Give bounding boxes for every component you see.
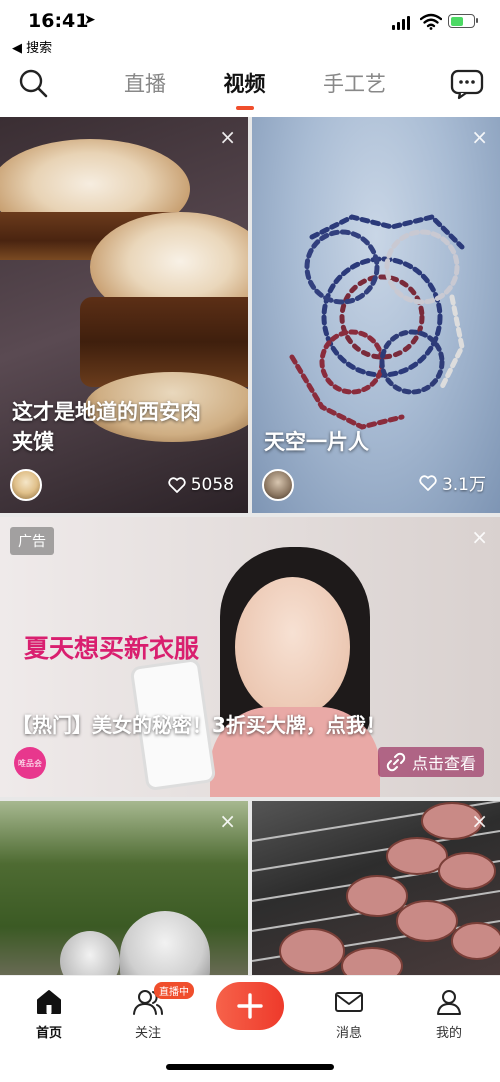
tab-home-label: 首页 — [35, 1026, 62, 1041]
tab-handicraft[interactable]: 手工艺 — [319, 68, 390, 98]
tab-messages[interactable]: 消息 — [319, 986, 379, 1041]
video-card-roujiamo[interactable]: × 这才是地道的西安肉 夹馍 5058 — [0, 117, 248, 513]
dog-image-2 — [60, 931, 120, 975]
like-count-value: 5058 — [190, 475, 234, 495]
author-avatar[interactable] — [10, 469, 42, 501]
tab-follow[interactable]: 直播中 关注 — [118, 982, 194, 1041]
ad-title: 【热门】美女的秘密！3折买大牌，点我！ — [12, 713, 386, 737]
close-card-button[interactable]: × — [471, 127, 488, 147]
status-bar: 16:41 ➤ ◀ 搜索 — [0, 0, 500, 58]
battery-icon — [448, 14, 478, 28]
location-arrow-icon: ➤ — [84, 12, 96, 28]
home-indicator[interactable] — [166, 1064, 334, 1070]
ad-badge: 广告 — [10, 527, 54, 555]
like-count[interactable]: 5058 — [168, 475, 234, 495]
close-card-button[interactable]: × — [219, 127, 236, 147]
tab-follow-label: 关注 — [134, 1026, 161, 1041]
back-to-search-link[interactable]: ◀ 搜索 — [12, 37, 52, 56]
status-time: 16:41 — [28, 10, 89, 32]
ad-cta-label: 点击查看 — [411, 754, 476, 773]
wifi-icon — [420, 13, 442, 30]
person-icon — [437, 990, 461, 1015]
close-ad-button[interactable]: × — [471, 527, 488, 547]
tab-messages-label: 消息 — [335, 1026, 362, 1041]
home-icon — [37, 990, 61, 1014]
envelope-icon — [335, 992, 363, 1012]
search-icon[interactable] — [16, 66, 52, 102]
video-feed[interactable]: × 这才是地道的西安肉 夹馍 5058 × 天空一片人 3.1万 广告 × 夏天… — [0, 117, 500, 975]
close-card-button[interactable]: × — [471, 811, 488, 831]
category-tabs: 直播 视频 手工艺 — [120, 68, 390, 110]
tab-home[interactable]: 首页 — [19, 986, 79, 1041]
card-title-line1: 这才是地道的西安肉 — [12, 400, 201, 424]
create-post-button[interactable] — [216, 982, 284, 1030]
card-title: 这才是地道的西安肉 夹馍 — [12, 397, 201, 457]
plus-icon — [237, 993, 263, 1019]
like-count-value: 3.1万 — [441, 475, 486, 495]
ad-cta-button[interactable]: 点击查看 — [377, 747, 484, 777]
tab-live[interactable]: 直播 — [120, 68, 170, 98]
card-title-line2: 夹馍 — [12, 430, 54, 454]
cellular-signal-icon — [392, 16, 410, 30]
video-card-skydivers[interactable]: × 天空一片人 3.1万 — [252, 117, 500, 513]
video-card-dog[interactable]: × — [0, 801, 248, 975]
link-icon — [386, 752, 406, 772]
tab-profile-label: 我的 — [435, 1026, 462, 1041]
ad-headline: 夏天想买新衣服 — [24, 634, 200, 663]
ad-woman-image — [190, 537, 390, 797]
live-badge: 直播中 — [154, 982, 194, 999]
card-title: 天空一片人 — [264, 430, 369, 454]
heart-icon — [168, 477, 186, 493]
close-card-button[interactable]: × — [219, 811, 236, 831]
heart-icon — [419, 474, 437, 491]
dog-image — [120, 911, 210, 975]
vipshop-logo: 唯品会 — [14, 747, 46, 779]
tab-video[interactable]: 视频 — [220, 68, 270, 110]
grill-food-image — [252, 801, 500, 975]
author-avatar[interactable] — [262, 469, 294, 501]
video-card-grill[interactable]: × — [252, 801, 500, 975]
top-nav: 直播 视频 手工艺 — [0, 58, 500, 114]
tab-profile[interactable]: 我的 — [419, 986, 479, 1041]
message-bubble-icon[interactable] — [450, 68, 484, 100]
ad-card[interactable]: 广告 × 夏天想买新衣服 【热门】美女的秘密！3折买大牌，点我！ 唯品会 点击查… — [0, 517, 500, 797]
bottom-tab-bar: 首页 直播中 关注 消息 我的 — [0, 975, 500, 1050]
like-count[interactable]: 3.1万 — [419, 470, 486, 495]
